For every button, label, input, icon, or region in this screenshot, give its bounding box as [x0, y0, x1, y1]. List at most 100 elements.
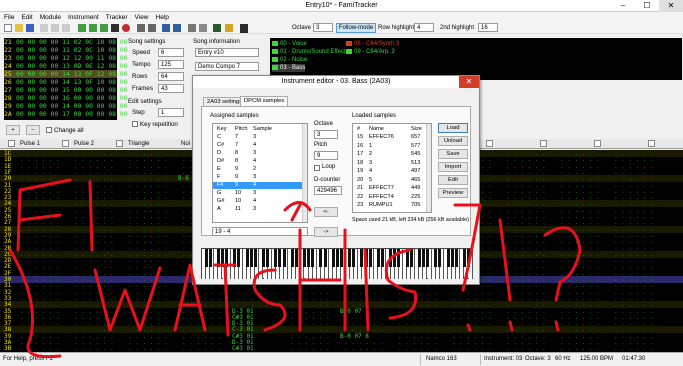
menu-help[interactable]: Help — [152, 12, 172, 21]
piano-black-key[interactable] — [421, 249, 425, 267]
channel-noise[interactable]: Noi — [181, 140, 190, 148]
menu-view[interactable]: View — [131, 12, 152, 21]
pitch-select[interactable]: 9 — [314, 151, 338, 160]
step-spinner[interactable]: 1 — [158, 108, 184, 117]
remove-sample-button[interactable]: -> — [314, 227, 338, 237]
piano-black-key[interactable] — [467, 249, 470, 267]
channel-mute-toggle[interactable] — [8, 140, 15, 147]
piano-black-key[interactable] — [311, 249, 315, 267]
next-frame-icon[interactable] — [173, 24, 181, 32]
piano-black-key[interactable] — [434, 249, 438, 267]
piano-black-key[interactable] — [335, 249, 339, 267]
loaded-sample-row[interactable]: 15 EFFECT6 657 — [353, 134, 427, 141]
new-icon[interactable] — [4, 24, 12, 32]
assigned-sample-row[interactable]: G 10 3 — [213, 190, 303, 197]
frame-row-current[interactable]: 25 00 00 00 00 14 13 0F 12 08 00 — [4, 70, 128, 78]
piano-black-key[interactable] — [380, 249, 384, 267]
loaded-sample-row[interactable]: 17 2 545 — [353, 151, 427, 158]
instrument-item[interactable]: 02 - Noise — [272, 56, 307, 64]
previous-frame-icon[interactable] — [162, 24, 170, 32]
record-icon[interactable] — [122, 24, 130, 32]
frame-row[interactable]: 27 00 00 00 00 15 00 00 00 08 00 — [4, 86, 128, 94]
frame-row[interactable]: 29 00 00 00 00 14 00 00 00 08 00 — [4, 102, 128, 110]
piano-black-key[interactable] — [290, 249, 294, 267]
piano-black-key[interactable] — [450, 249, 454, 267]
instrument-item-selected[interactable]: 03 - Bass — [272, 64, 306, 72]
loaded-sample-row[interactable]: 16 1 577 — [353, 143, 427, 150]
maximize-button[interactable]: ☐ — [635, 0, 659, 12]
piano-black-key[interactable] — [331, 249, 335, 267]
assigned-sample-row[interactable]: D# 8 4 — [213, 158, 303, 165]
follow-mode-toggle[interactable]: Follow-mode — [336, 23, 376, 33]
stop-icon[interactable] — [111, 24, 119, 32]
piano-black-key[interactable] — [323, 249, 327, 267]
about-icon[interactable] — [213, 24, 221, 32]
assigned-sample-row[interactable]: F93 — [213, 174, 303, 181]
piano-black-key[interactable] — [249, 249, 253, 267]
piano-black-key[interactable] — [266, 249, 270, 267]
row-highlight-spinner[interactable]: 4 — [414, 23, 434, 32]
loop-checkbox[interactable] — [314, 165, 320, 171]
piano-black-key[interactable] — [307, 249, 311, 267]
play-icon[interactable] — [78, 24, 86, 32]
rows-spinner[interactable]: 64 — [158, 72, 184, 81]
piano-black-key[interactable] — [278, 249, 282, 267]
piano-black-key[interactable] — [339, 249, 343, 267]
piano-black-key[interactable] — [393, 249, 397, 267]
add-frame-button[interactable]: + — [6, 125, 20, 135]
assigned-samples-table[interactable]: Key Pitch Sample C 7 3 C# 7 4 D 8 3 D# 8 4 E 9 2 F 9 3 F# 9 4 G… — [212, 123, 308, 223]
channel-mute-toggle[interactable] — [486, 140, 493, 147]
menu-file[interactable]: File — [0, 12, 17, 21]
piano-black-key[interactable] — [282, 249, 286, 267]
play-row-icon[interactable] — [100, 24, 108, 32]
assigned-sample-row[interactable]: F# 9 4 — [213, 182, 303, 189]
frame-row[interactable]: 24 00 00 00 00 13 0D 0E 12 08 00 — [4, 62, 128, 70]
next-song-icon[interactable] — [148, 24, 156, 32]
sample-select[interactable]: 19 - 4 — [212, 227, 308, 236]
channel-pulse2[interactable]: Pulse 2 — [74, 140, 94, 148]
frame-row[interactable]: 22 00 00 00 00 11 02 0C 10 08 00 — [4, 46, 128, 54]
paste-icon[interactable] — [62, 24, 70, 32]
menu-instrument[interactable]: Instrument — [64, 12, 102, 21]
unload-button[interactable]: Unload — [438, 136, 468, 146]
load-button[interactable]: Load — [438, 123, 468, 133]
assigned-sample-row[interactable]: C73 — [213, 134, 303, 141]
piano-black-key[interactable] — [360, 249, 364, 267]
octave-select[interactable]: 3 — [313, 23, 333, 32]
instrument-list[interactable]: 00 - Voice 01 - Drums/Sound Effects 02 -… — [270, 38, 682, 80]
frame-row[interactable]: 23 00 00 00 00 12 12 00 11 08 00 — [4, 54, 128, 62]
piano-black-key[interactable] — [446, 249, 450, 267]
song-author-field[interactable]: Demo Compo 7 — [195, 62, 259, 71]
piano-black-key[interactable] — [376, 249, 380, 267]
channel-mute-toggle[interactable] — [116, 140, 123, 147]
instrument-item[interactable]: 09 - C64/Arp. 3 — [346, 48, 395, 56]
instrument-item[interactable]: 08 - C64/Synth 3 — [346, 40, 399, 48]
loaded-sample-row[interactable]: 18 3 513 — [353, 160, 427, 167]
piano-black-key[interactable] — [233, 249, 237, 267]
second-highlight-spinner[interactable]: 16 — [478, 23, 498, 32]
frame-row[interactable]: 28 00 00 00 00 16 00 00 00 08 00 — [4, 94, 128, 102]
loaded-scrollbar[interactable] — [426, 124, 431, 212]
piano-black-key[interactable] — [348, 249, 352, 267]
frame-row[interactable]: 26 00 00 00 00 14 13 0F 10 08 00 — [4, 78, 128, 86]
assigned-sample-row[interactable]: E92 — [213, 166, 303, 173]
loaded-sample-row[interactable]: 20 5 465 — [353, 177, 427, 184]
piano-black-key[interactable] — [352, 249, 356, 267]
preview-button[interactable]: Preview — [438, 188, 468, 198]
assigned-sample-row[interactable]: A 11 3 — [213, 206, 303, 213]
piano-black-key[interactable] — [409, 249, 413, 267]
save-icon[interactable] — [26, 24, 34, 32]
edit-sample-button[interactable]: Edit — [438, 175, 468, 185]
loaded-sample-row[interactable]: 19 4 497 — [353, 168, 427, 175]
instrument-item[interactable]: 00 - Voice — [272, 40, 307, 48]
menu-tracker[interactable]: Tracker — [102, 12, 131, 21]
assigned-sample-row[interactable]: C# 7 4 — [213, 142, 303, 149]
piano-black-key[interactable] — [294, 249, 298, 267]
play-loop-icon[interactable] — [89, 24, 97, 32]
speed-spinner[interactable]: 6 — [158, 48, 184, 57]
piano-black-key[interactable] — [225, 249, 229, 267]
piano-black-key[interactable] — [274, 249, 278, 267]
loaded-sample-row[interactable]: 23 RUMPU1 705 — [353, 202, 427, 209]
menu-edit[interactable]: Edit — [17, 12, 35, 21]
channel-mute-toggle[interactable] — [540, 140, 547, 147]
